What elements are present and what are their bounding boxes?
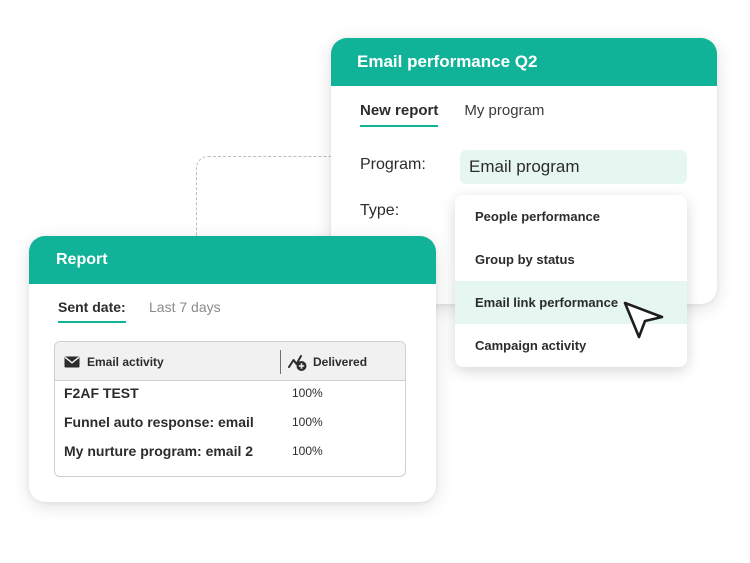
table-row[interactable]: Funnel auto response: email 100% (55, 410, 405, 439)
dropdown-option-people-performance[interactable]: People performance (455, 195, 687, 238)
table-header: Email activity Delivered (55, 342, 405, 381)
table-row[interactable]: My nurture program: email 2 100% (55, 439, 405, 468)
row-delivered-value: 100% (292, 415, 323, 429)
row-email-name: F2AF TEST (64, 385, 139, 401)
column-header-delivered[interactable]: Delivered (288, 352, 367, 372)
type-label: Type: (360, 202, 400, 219)
column-label-delivered: Delivered (313, 355, 368, 369)
email-card-title: Email performance Q2 (357, 52, 538, 71)
program-select[interactable]: Email program (460, 150, 687, 184)
report-card-tabs: Sent date: (58, 299, 126, 323)
row-delivered-value: 100% (292, 386, 323, 400)
type-dropdown-menu: People performance Group by status Email… (455, 195, 687, 367)
program-label: Program: (360, 156, 426, 173)
tab-new-report[interactable]: New report (360, 102, 439, 127)
tab-my-program[interactable]: My program (464, 102, 544, 125)
column-header-email-activity[interactable]: Email activity (64, 355, 164, 369)
row-delivered-value: 100% (292, 444, 323, 458)
column-divider (280, 350, 281, 374)
report-card-header: Report (29, 236, 436, 284)
date-range-value[interactable]: Last 7 days (149, 299, 221, 315)
dropdown-option-group-by-status[interactable]: Group by status (455, 238, 687, 281)
report-card: Report Sent date: Last 7 days Email acti… (29, 236, 436, 502)
row-email-name: My nurture program: email 2 (64, 443, 254, 459)
delivered-icon (288, 355, 307, 371)
email-card-header: Email performance Q2 (331, 38, 717, 86)
report-card-title: Report (56, 251, 108, 268)
report-table: Email activity Delivered F2AF TEST 100% … (54, 341, 406, 477)
email-card-tabs: New report My program (360, 102, 544, 127)
row-email-name: Funnel auto response: email (64, 414, 254, 430)
envelope-icon (64, 356, 80, 368)
sent-date-tab[interactable]: Sent date: (58, 299, 126, 323)
table-row[interactable]: F2AF TEST 100% (55, 381, 405, 410)
pointer-cursor-icon (623, 301, 664, 339)
column-label-email-activity: Email activity (87, 355, 164, 369)
connector-line (196, 156, 336, 240)
